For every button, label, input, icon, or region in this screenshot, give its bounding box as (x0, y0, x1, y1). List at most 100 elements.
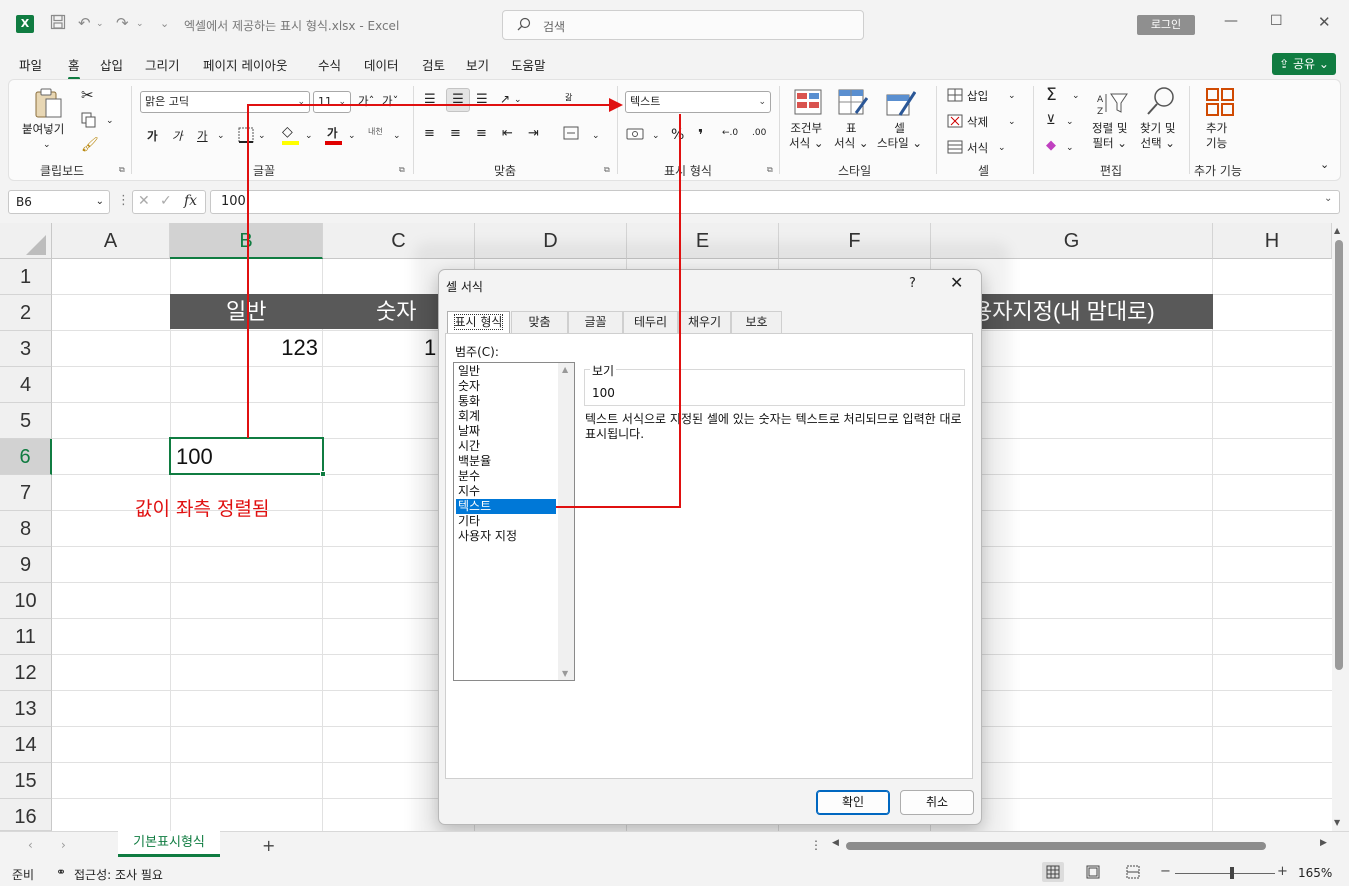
format-cells-button[interactable]: 서식 (967, 140, 988, 156)
tab-help[interactable]: 도움말 (511, 55, 546, 74)
tab-alignment[interactable]: 맞춤 (511, 311, 568, 333)
row-header[interactable]: 8 (0, 511, 52, 547)
merge-center-icon[interactable] (563, 125, 579, 144)
font-color-button[interactable]: 가 (327, 125, 338, 141)
italic-button[interactable]: 가 (172, 128, 183, 144)
row-header[interactable]: 4 (0, 367, 52, 403)
row-header[interactable]: 14 (0, 727, 52, 763)
add-sheet-button[interactable]: + (262, 836, 275, 855)
undo-icon[interactable]: ↶ (78, 14, 91, 32)
cell-b3[interactable]: 123 (170, 335, 318, 361)
select-all-button[interactable] (0, 223, 52, 259)
align-right-icon[interactable]: ≡ (476, 126, 487, 141)
redo-dropdown-icon[interactable]: ⌄ (136, 19, 144, 29)
tab-protection[interactable]: 보호 (731, 311, 782, 333)
confirm-entry-icon[interactable]: ✓ (160, 193, 172, 209)
clipboard-launcher-icon[interactable]: ⧉ (119, 165, 125, 175)
copy-dropdown-icon[interactable]: ⌄ (106, 116, 114, 126)
number-format-select[interactable]: 텍스트 ⌄ (625, 91, 771, 113)
font-name-select[interactable]: 맑은 고딕 ⌄ (140, 91, 310, 113)
tab-border[interactable]: 테두리 (623, 311, 678, 333)
tab-file[interactable]: 파일 (19, 55, 42, 74)
scroll-up-icon[interactable]: ▲ (1334, 226, 1340, 235)
page-layout-view-icon[interactable] (1085, 864, 1101, 883)
underline-dropdown-icon[interactable]: ⌄ (217, 131, 225, 141)
phonetic-button[interactable]: 내천 (368, 126, 383, 137)
name-box[interactable]: B6 ⌄ (8, 190, 110, 214)
row-header[interactable]: 7 (0, 475, 52, 511)
column-header[interactable]: H (1213, 223, 1332, 259)
tab-insert[interactable]: 삽입 (100, 55, 123, 74)
share-button[interactable]: ⇪ 공유 ⌄ (1272, 53, 1336, 75)
autosum-dropdown-icon[interactable]: ⌄ (1072, 91, 1080, 101)
font-color-dropdown-icon[interactable]: ⌄ (348, 131, 356, 141)
dialog-close-button[interactable]: ✕ (950, 273, 963, 292)
help-button[interactable]: ? (909, 276, 916, 291)
zoom-in-icon[interactable]: + (1277, 864, 1288, 879)
accessibility-status[interactable]: 접근성: 조사 필요 (74, 866, 163, 883)
zoom-slider-thumb[interactable] (1230, 867, 1234, 879)
fill-handle[interactable] (320, 471, 326, 477)
row-header[interactable]: 13 (0, 691, 52, 727)
accounting-format-icon[interactable] (626, 127, 644, 144)
row-header[interactable]: 15 (0, 763, 52, 799)
autosum-icon[interactable]: Σ (1046, 85, 1057, 105)
tab-font[interactable]: 글꼴 (568, 311, 623, 333)
scroll-up-icon[interactable]: ▲ (562, 365, 568, 374)
cancel-button[interactable]: 취소 (900, 790, 974, 815)
cell-styles-button[interactable]: 셀 스타일 ⌄ (877, 121, 922, 151)
sort-filter-button[interactable]: 정렬 및 필터 ⌄ (1092, 121, 1127, 151)
tab-data[interactable]: 데이터 (364, 55, 399, 74)
fill-dropdown-icon[interactable]: ⌄ (305, 131, 313, 141)
border-dropdown-icon[interactable]: ⌄ (258, 131, 266, 141)
comma-style-button[interactable]: ❜ (698, 126, 703, 144)
align-left-icon[interactable]: ≡ (424, 126, 435, 141)
fill-color-icon[interactable]: ◇ (282, 124, 293, 140)
column-header[interactable]: A (52, 223, 170, 259)
clear-eraser-icon[interactable]: ◆ (1046, 138, 1056, 153)
normal-view-button[interactable] (1042, 862, 1064, 882)
grow-font-button[interactable]: 가ˆ (358, 93, 374, 109)
formula-input[interactable]: 100 (210, 190, 1340, 214)
scroll-down-icon[interactable]: ▼ (562, 669, 568, 678)
row-header[interactable]: 6 (0, 439, 52, 475)
add-ins-button[interactable]: 추가 기능 (1206, 121, 1227, 151)
align-center-icon[interactable]: ≡ (450, 126, 461, 141)
page-break-view-icon[interactable] (1125, 864, 1141, 883)
insert-function-icon[interactable]: fx (184, 193, 197, 209)
category-item[interactable]: 회계 (456, 409, 556, 424)
vertical-scroll-thumb[interactable] (1335, 240, 1343, 670)
search-input[interactable]: 검색 (502, 10, 864, 40)
accounting-dropdown-icon[interactable]: ⌄ (652, 131, 660, 141)
redo-icon[interactable]: ↷ (116, 14, 129, 32)
tab-home[interactable]: 홈 (68, 55, 80, 80)
row-header[interactable]: 12 (0, 655, 52, 691)
wrap-text-button[interactable]: 갊 (565, 92, 572, 103)
row-header[interactable]: 5 (0, 403, 52, 439)
decrease-indent-icon[interactable]: ⇤ (502, 126, 513, 141)
scroll-right-icon[interactable]: ▶ (1320, 838, 1327, 848)
expand-formula-bar-icon[interactable]: ⌄ (1324, 193, 1332, 204)
category-item[interactable]: 기타 (456, 514, 556, 529)
delete-cells-button[interactable]: 삭제 (967, 114, 988, 130)
category-item[interactable]: 분수 (456, 469, 556, 484)
row-header[interactable]: 9 (0, 547, 52, 583)
sheet-tab-active[interactable]: 기본표시형식 (118, 831, 220, 857)
category-item[interactable]: 통화 (456, 394, 556, 409)
delete-dropdown-icon[interactable]: ⌄ (1008, 117, 1016, 127)
paste-dropdown-icon[interactable]: ⌄ (43, 140, 51, 150)
merge-dropdown-icon[interactable]: ⌄ (592, 131, 600, 141)
category-item[interactable]: 날짜 (456, 424, 556, 439)
category-scrollbar[interactable]: ▲ ▼ (558, 363, 574, 680)
minimize-icon[interactable]: — (1224, 13, 1238, 29)
shrink-font-button[interactable]: 가ˇ (382, 93, 398, 109)
scroll-left-icon[interactable]: ◀ (832, 838, 839, 848)
number-launcher-icon[interactable]: ⧉ (767, 165, 773, 175)
row-header[interactable]: 16 (0, 799, 52, 831)
fill-dropdown-icon[interactable]: ⌄ (1066, 117, 1074, 127)
tab-review[interactable]: 검토 (422, 55, 445, 74)
prev-sheet-icon[interactable]: ‹ (28, 838, 33, 852)
format-as-table-button[interactable]: 표 서식 ⌄ (834, 121, 868, 151)
tab-page-layout[interactable]: 페이지 레이아웃 (203, 55, 287, 74)
customize-qat-icon[interactable]: ⌄ (160, 17, 169, 30)
